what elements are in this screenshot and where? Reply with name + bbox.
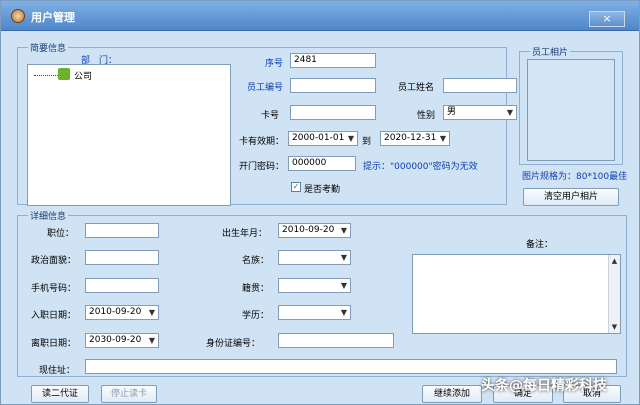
native-label: 籍贯： [242, 284, 270, 294]
card-input[interactable] [290, 105, 376, 120]
gender-value: 男 [447, 107, 457, 117]
window-title: 用户管理 [31, 11, 75, 24]
political-label: 政治面貌： [31, 256, 77, 266]
employee-photo[interactable] [527, 59, 615, 161]
scroll-down-icon[interactable]: ▼ [609, 321, 620, 333]
scroll-up-icon[interactable]: ▲ [609, 255, 620, 267]
nation-select[interactable]: ▼ [278, 250, 351, 265]
emp-no-input[interactable] [290, 78, 376, 93]
remark-scrollbar[interactable]: ▲ ▼ [608, 255, 620, 333]
id-input[interactable] [278, 333, 394, 348]
detail-legend: 详细信息 [28, 209, 69, 222]
continue-add-button[interactable]: 继续添加 [422, 385, 482, 403]
mobile-input[interactable] [85, 278, 159, 293]
title-bar: 用户管理 × [1, 1, 639, 31]
watermark: 头条@每日精彩科技 [481, 378, 607, 394]
valid-to-value: 2020-12-31 [384, 133, 437, 143]
attendance-label: 是否考勤 [304, 185, 341, 195]
birth-label: 出生年月： [222, 229, 268, 239]
app-icon [11, 9, 25, 23]
chevron-down-icon: ▼ [347, 134, 354, 143]
address-input[interactable] [85, 359, 617, 374]
emp-no-label: 员工编号 [247, 83, 284, 93]
read-id-button[interactable]: 读二代证 [31, 385, 89, 403]
gender-select[interactable]: 男 ▼ [443, 105, 517, 120]
gender-label: 性别 [417, 111, 436, 121]
chevron-down-icon: ▼ [340, 308, 347, 317]
photo-legend: 员工相片 [530, 45, 571, 58]
close-icon[interactable]: × [589, 11, 625, 27]
card-label: 卡号 [261, 111, 280, 121]
position-label: 职位： [47, 229, 75, 239]
education-select[interactable]: ▼ [278, 305, 351, 320]
photo-spec: 图片规格为：80*100最佳 [522, 172, 628, 182]
to-label: 到 [362, 137, 372, 147]
valid-to-select[interactable]: 2020-12-31 ▼ [380, 131, 450, 146]
remark-textarea[interactable]: ▲ ▼ [412, 254, 621, 334]
valid-from-value: 2000-01-01 [292, 133, 345, 143]
password-hint: 提示："000000"密码为无效 [363, 162, 478, 172]
chevron-down-icon: ▼ [340, 281, 347, 290]
emp-name-input[interactable] [443, 78, 517, 93]
birth-select[interactable]: 2010-09-20 ▼ [278, 223, 351, 238]
seq-label: 序号 [265, 59, 284, 69]
leave-select[interactable]: 2030-09-20 ▼ [85, 333, 159, 348]
chevron-down-icon: ▼ [148, 336, 155, 345]
nation-label: 名族： [242, 256, 270, 266]
join-value: 2010-09-20 [89, 307, 142, 317]
political-input[interactable] [85, 250, 159, 265]
chevron-down-icon: ▼ [148, 308, 155, 317]
tree-item-company[interactable]: 公司 [74, 69, 92, 82]
stop-read-button[interactable]: 停止读卡 [101, 385, 157, 403]
remark-label: 备注： [526, 240, 554, 250]
attendance-checkbox[interactable]: ✓ [291, 182, 301, 192]
leave-value: 2030-09-20 [89, 335, 142, 345]
join-select[interactable]: 2010-09-20 ▼ [85, 305, 159, 320]
chevron-down-icon: ▼ [439, 134, 446, 143]
door-pwd-input[interactable]: 000000 [288, 156, 356, 171]
valid-from-select[interactable]: 2000-01-01 ▼ [288, 131, 358, 146]
chevron-down-icon: ▼ [340, 253, 347, 262]
position-input[interactable] [85, 223, 159, 238]
clear-photo-button[interactable]: 清空用户相片 [523, 188, 619, 206]
mobile-label: 手机号码： [31, 284, 77, 294]
user-management-window: 用户管理 × 简要信息 部 门： 公司 序号 2481 员工编号 员工姓名 卡号… [0, 0, 640, 405]
department-tree[interactable]: 公司 [27, 64, 231, 206]
address-label: 现住址： [39, 366, 76, 376]
leave-label: 离职日期： [31, 339, 77, 349]
id-label: 身份证编号： [206, 339, 261, 349]
summary-legend: 简要信息 [28, 41, 69, 54]
chevron-down-icon: ▼ [506, 108, 513, 117]
emp-name-label: 员工姓名 [398, 83, 435, 93]
door-pwd-label: 开门密码： [239, 162, 285, 172]
education-label: 学历： [242, 311, 270, 321]
valid-label: 卡有效期： [239, 137, 285, 147]
seq-input[interactable]: 2481 [290, 53, 376, 68]
tree-line [34, 75, 58, 76]
birth-value: 2010-09-20 [282, 225, 335, 235]
folder-icon [58, 68, 70, 80]
chevron-down-icon: ▼ [340, 226, 347, 235]
join-label: 入职日期： [31, 311, 77, 321]
native-select[interactable]: ▼ [278, 278, 351, 293]
